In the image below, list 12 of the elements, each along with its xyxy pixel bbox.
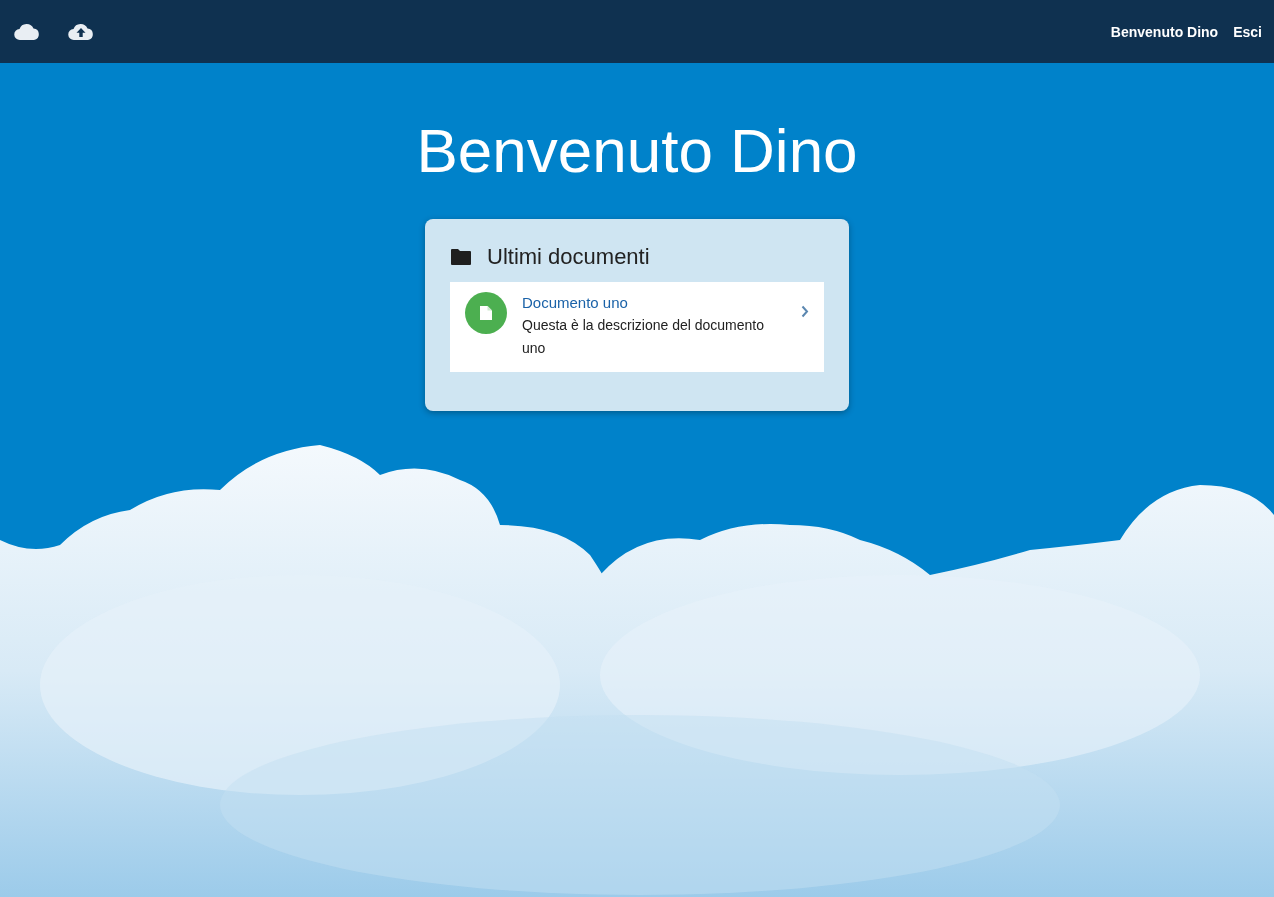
logout-link[interactable]: Esci [1233, 23, 1262, 40]
document-description: Questa è la descrizione del documento uno [522, 316, 766, 358]
cloud-upload-icon[interactable] [68, 22, 94, 41]
document-avatar-icon [465, 292, 507, 334]
document-list-item[interactable]: Documento uno Questa è la descrizione del documento uno [450, 282, 824, 372]
folder-icon [450, 248, 472, 266]
chevron-right-icon [801, 305, 809, 318]
document-title: Documento uno [522, 293, 628, 313]
page-title: Benvenuto Dino [416, 115, 858, 187]
card-heading: Ultimi documenti [487, 244, 650, 270]
user-greeting: Benvenuto Dino [1110, 23, 1219, 40]
cloud-icon[interactable] [14, 22, 40, 41]
